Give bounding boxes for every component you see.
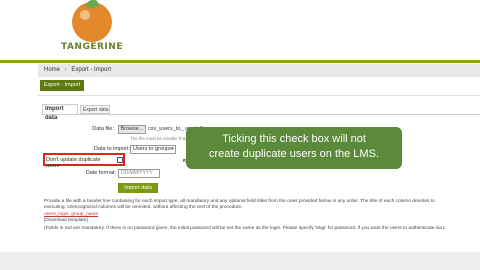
data-file-label: Data file: [92,126,114,132]
header-divider [0,60,480,63]
header: TANGERINE [0,0,480,60]
callout-line-1: Ticking this check box will not [222,133,366,145]
chevron-down-icon: ▾ [171,146,174,152]
tab-export-data[interactable]: Export data [80,105,110,114]
breadcrumb-current: Export - Import [71,67,112,73]
tangerine-logo[interactable]: TANGERINE [61,0,123,58]
download-template-link[interactable]: [Download template] [44,218,88,223]
dont-update-duplicates-checkbox[interactable] [117,157,123,163]
mandatory-fields-link[interactable]: users_login, group_name [44,212,98,217]
date-format-label: Date format: [85,170,116,176]
fields-note: (Fields in red are mandatory. If there i… [44,226,446,231]
instructions-text-2: executing. Unrecognized columns will be … [44,205,243,210]
date-format-input[interactable]: DD/MM/YYYY [118,169,160,178]
import-data-button[interactable]: Import data [118,183,158,193]
tab-import-data[interactable]: Import data [42,104,78,121]
breadcrumb-separator: › [64,67,67,73]
browse-button[interactable]: Browse... [118,125,146,134]
page-title: Export - Import [40,80,84,91]
duplicate-users-label: Don't update duplicate users: [46,157,101,169]
data-to-import-value: Users to groups [133,146,172,152]
breadcrumb-home[interactable]: Home [44,67,60,73]
tutorial-callout: Ticking this check box will not create d… [186,127,402,169]
callout-line-2: create duplicate users on the LMS. [209,148,379,160]
data-to-import-select[interactable]: Users to groups ▾ [130,145,176,154]
instructions-text: Provide a file with a header line contai… [44,199,435,204]
data-to-import-label: Data to import: [93,146,130,152]
logo-text: TANGERINE [61,42,123,52]
breadcrumb: Home › Export - Import [38,64,480,77]
